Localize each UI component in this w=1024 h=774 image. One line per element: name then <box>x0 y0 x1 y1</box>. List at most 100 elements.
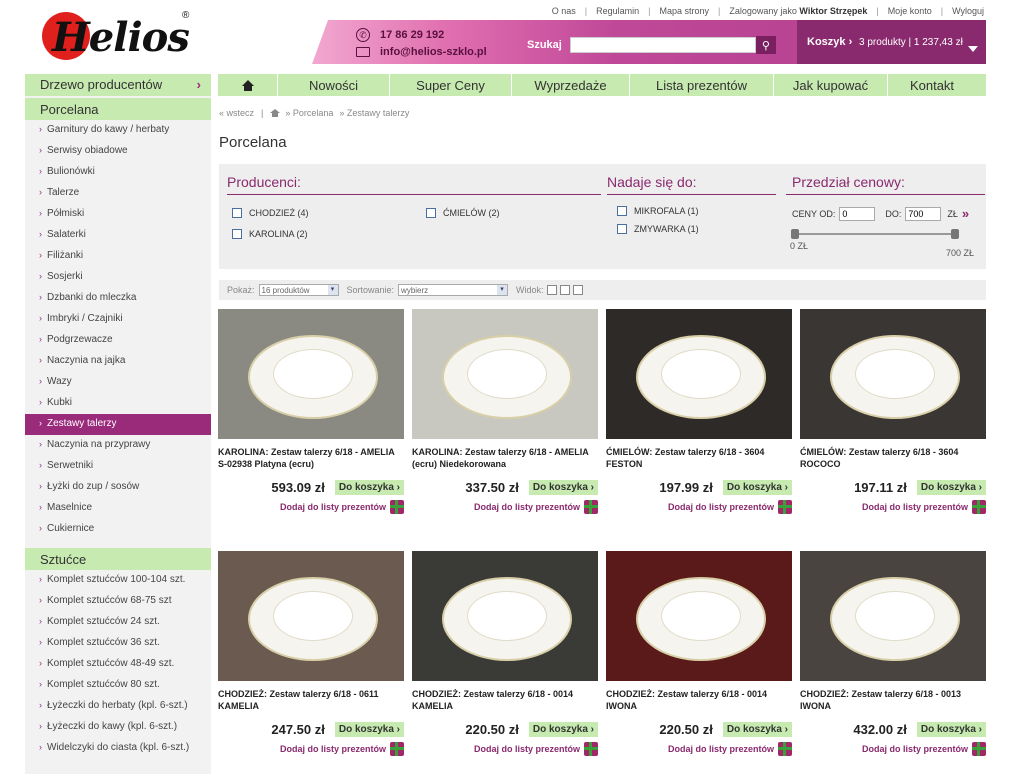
sidebar-item[interactable]: › Podgrzewacze <box>25 330 211 351</box>
sidebar-item[interactable]: › Łyżeczki do kawy (kpl. 6-szt.) <box>25 717 211 738</box>
price-slider[interactable] <box>791 229 959 239</box>
sidebar-item[interactable]: › Komplet sztućców 100-104 szt. <box>25 570 211 591</box>
nav-item-sales[interactable]: Wyprzedaże <box>512 74 630 96</box>
filter-producer-chodziez[interactable]: CHODZIEŻ (4) <box>232 208 309 218</box>
sidebar-item[interactable]: › Kubki <box>25 393 211 414</box>
checkbox[interactable] <box>426 208 436 218</box>
product-name[interactable]: CHODZIEŻ: Zestaw talerzy 6/18 - 0014 KAM… <box>412 688 598 718</box>
nav-home[interactable] <box>218 74 278 96</box>
breadcrumb-plate-sets[interactable]: » Zestawy talerzy <box>339 108 409 118</box>
sidebar-item[interactable]: › Łyżki do zup / sosów <box>25 477 211 498</box>
filter-microwave[interactable]: MIKROFALA (1) <box>617 206 699 216</box>
product-image[interactable] <box>606 551 792 681</box>
compact-view-icon[interactable] <box>572 285 583 295</box>
list-view-icon[interactable] <box>559 285 570 295</box>
product-image[interactable] <box>800 551 986 681</box>
product-name[interactable]: CHODZIEŻ: Zestaw talerzy 6/18 - 0013 IWO… <box>800 688 986 718</box>
price-to-input[interactable] <box>905 206 942 221</box>
product-image[interactable] <box>606 309 792 439</box>
product-name[interactable]: ĆMIELÓW: Zestaw talerzy 6/18 - 3604 ROCO… <box>800 446 986 476</box>
producer-tree-header[interactable]: Drzewo producentów › <box>25 74 211 96</box>
cart-dropdown-icon[interactable] <box>968 46 978 52</box>
link-logout[interactable]: Wyloguj <box>952 6 984 16</box>
product-name[interactable]: ĆMIELÓW: Zestaw talerzy 6/18 - 3604 FEST… <box>606 446 792 476</box>
search-button[interactable]: ⚲ <box>755 36 776 54</box>
add-to-cart-button[interactable]: Do koszyka › <box>334 722 404 737</box>
checkbox[interactable] <box>617 206 627 216</box>
add-to-gift-list[interactable]: Dodaj do listy prezentów <box>412 500 598 514</box>
add-to-cart-button[interactable]: Do koszyka › <box>722 480 792 495</box>
grid-view-icon[interactable] <box>546 285 557 295</box>
sidebar-item[interactable]: › Widelczyki do ciasta (kpl. 6-szt.) <box>25 738 211 759</box>
sidebar-item[interactable]: › Komplet sztućców 48-49 szt. <box>25 654 211 675</box>
link-my-account[interactable]: Moje konto <box>888 6 932 16</box>
category-header-cutlery[interactable]: Sztućce <box>25 548 211 570</box>
sidebar-item[interactable]: › Półmiski <box>25 204 211 225</box>
sidebar-item[interactable]: › Sosjerki <box>25 267 211 288</box>
product-image[interactable] <box>218 309 404 439</box>
add-to-gift-list[interactable]: Dodaj do listy prezentów <box>218 742 404 756</box>
add-to-cart-button[interactable]: Do koszyka › <box>528 480 598 495</box>
product-image[interactable] <box>412 309 598 439</box>
product-name[interactable]: KAROLINA: Zestaw talerzy 6/18 - AMELIA (… <box>412 446 598 476</box>
product-image[interactable] <box>412 551 598 681</box>
nav-item-new[interactable]: Nowości <box>278 74 390 96</box>
product-name[interactable]: CHODZIEŻ: Zestaw talerzy 6/18 - 0611 KAM… <box>218 688 404 718</box>
sidebar-item[interactable]: › Komplet sztućców 24 szt. <box>25 612 211 633</box>
checkbox[interactable] <box>232 208 242 218</box>
add-to-cart-button[interactable]: Do koszyka › <box>528 722 598 737</box>
add-to-cart-button[interactable]: Do koszyka › <box>334 480 404 495</box>
sidebar-item[interactable]: › Naczynia na przyprawy <box>25 435 211 456</box>
price-apply-button[interactable]: » <box>962 206 969 221</box>
show-count-select[interactable]: 16 produktów ▾ <box>258 284 339 296</box>
add-to-gift-list[interactable]: Dodaj do listy prezentów <box>800 742 986 756</box>
sidebar-item[interactable]: › Filiżanki <box>25 246 211 267</box>
sidebar-item[interactable]: › Komplet sztućców 68-75 szt <box>25 591 211 612</box>
nav-item-super-prices[interactable]: Super Ceny <box>390 74 512 96</box>
cart-box[interactable]: Koszyk › 3 produkty | 1 237,43 zł <box>797 20 986 64</box>
add-to-cart-button[interactable]: Do koszyka › <box>916 480 986 495</box>
product-name[interactable]: CHODZIEŻ: Zestaw talerzy 6/18 - 0014 IWO… <box>606 688 792 718</box>
site-logo[interactable]: Helios ® <box>42 10 202 66</box>
sidebar-item[interactable]: › Łyżeczki do herbaty (kpl. 6-szt.) <box>25 696 211 717</box>
sidebar-item[interactable]: › Komplet sztućców 36 szt. <box>25 633 211 654</box>
add-to-gift-list[interactable]: Dodaj do listy prezentów <box>606 500 792 514</box>
sidebar-item[interactable]: › Serwetniki <box>25 456 211 477</box>
sidebar-item[interactable]: › Wazy <box>25 372 211 393</box>
checkbox[interactable] <box>232 229 242 239</box>
sidebar-item[interactable]: › Cukiernice <box>25 519 211 540</box>
add-to-gift-list[interactable]: Dodaj do listy prezentów <box>606 742 792 756</box>
breadcrumb-porcelain[interactable]: » Porcelana <box>285 108 333 118</box>
sidebar-item[interactable]: › Salaterki <box>25 225 211 246</box>
checkbox[interactable] <box>617 224 627 234</box>
link-terms[interactable]: Regulamin <box>596 6 639 16</box>
nav-item-contact[interactable]: Kontakt <box>888 74 976 96</box>
sidebar-item[interactable]: › Komplet sztućców 80 szt. <box>25 675 211 696</box>
add-to-cart-button[interactable]: Do koszyka › <box>916 722 986 737</box>
link-sitemap[interactable]: Mapa strony <box>659 6 709 16</box>
filter-dishwasher[interactable]: ZMYWARKA (1) <box>617 224 699 234</box>
sidebar-item[interactable]: › Maselnice <box>25 498 211 519</box>
add-to-gift-list[interactable]: Dodaj do listy prezentów <box>800 500 986 514</box>
add-to-gift-list[interactable]: Dodaj do listy prezentów <box>218 500 404 514</box>
search-input[interactable] <box>569 37 756 53</box>
product-image[interactable] <box>800 309 986 439</box>
sidebar-item[interactable]: › Dzbanki do mleczka <box>25 288 211 309</box>
sidebar-item[interactable]: › Naczynia na jajka <box>25 351 211 372</box>
sidebar-item[interactable]: › Bulionówki <box>25 162 211 183</box>
product-image[interactable] <box>218 551 404 681</box>
sidebar-item[interactable]: › Serwisy obiadowe <box>25 141 211 162</box>
category-header-porcelain[interactable]: Porcelana <box>25 98 211 120</box>
sidebar-item[interactable]: › Talerze <box>25 183 211 204</box>
back-link[interactable]: « wstecz <box>219 108 254 118</box>
add-to-cart-button[interactable]: Do koszyka › <box>722 722 792 737</box>
sidebar-item[interactable]: › Imbryki / Czajniki <box>25 309 211 330</box>
link-about[interactable]: O nas <box>552 6 576 16</box>
sidebar-item[interactable]: › Zestawy talerzy <box>25 414 211 435</box>
home-icon[interactable] <box>270 109 281 117</box>
filter-producer-karolina[interactable]: KAROLINA (2) <box>232 229 308 239</box>
slider-handle-min[interactable] <box>791 229 799 239</box>
filter-producer-cmielow[interactable]: ĆMIELÓW (2) <box>426 208 500 218</box>
nav-item-gift-list[interactable]: Lista prezentów <box>630 74 774 96</box>
nav-item-how-to-buy[interactable]: Jak kupować <box>774 74 888 96</box>
